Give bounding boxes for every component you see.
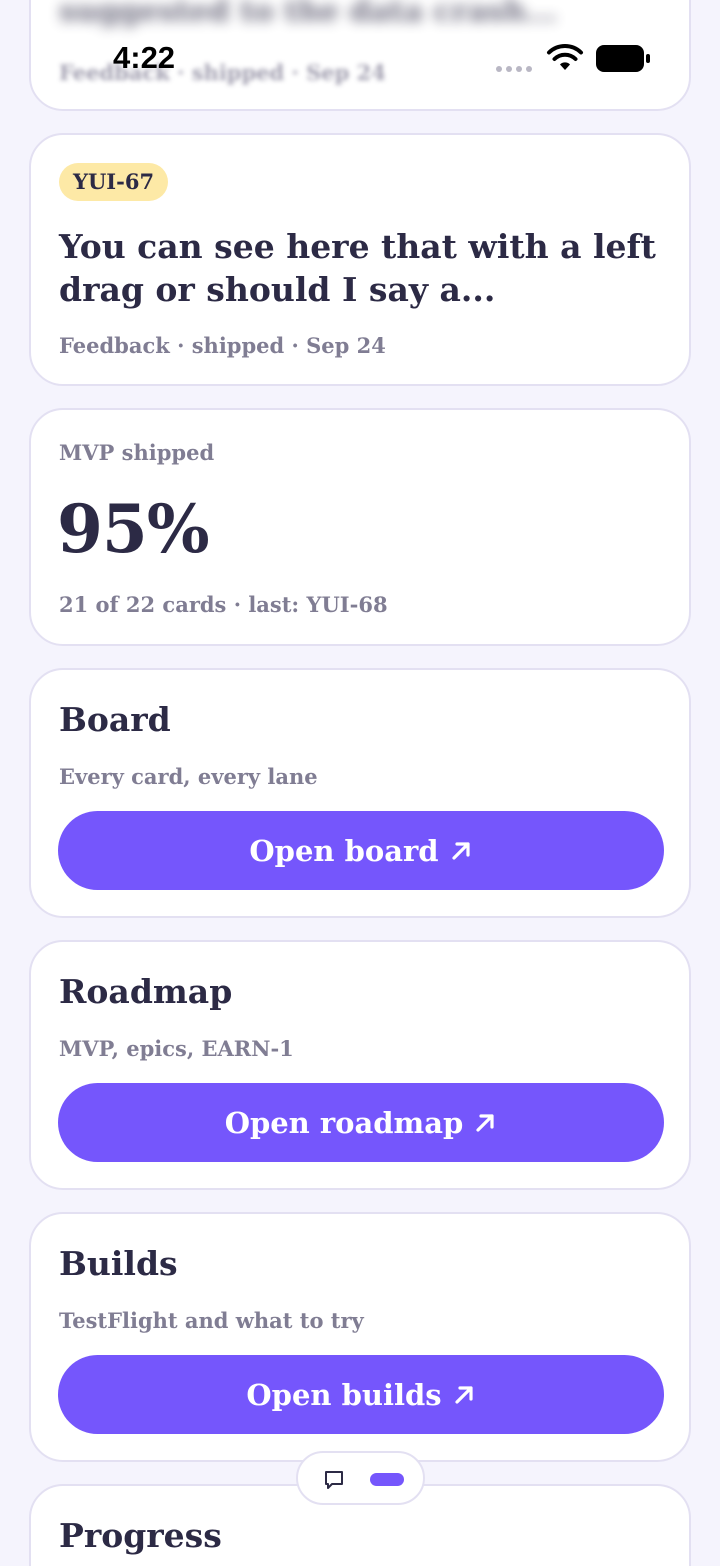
mvp-progress-card[interactable]: MVP shipped 95% 21 of 22 cards · last: Y…	[29, 408, 691, 646]
mvp-label: MVP shipped	[59, 440, 215, 465]
arrow-up-right-icon	[451, 841, 470, 860]
open-builds-label: Open builds	[246, 1377, 442, 1412]
screen: suggested to the data crash... Feedback …	[0, 0, 720, 1566]
open-roadmap-button[interactable]: Open roadmap	[58, 1083, 664, 1162]
status-bar: 4:22	[0, 0, 720, 110]
wifi-icon	[547, 44, 583, 70]
arrow-up-right-icon	[454, 1385, 473, 1404]
signal-dots-icon	[496, 66, 532, 72]
open-board-button[interactable]: Open board	[58, 811, 664, 890]
arrow-up-right-icon	[476, 1113, 494, 1132]
floating-nav-pill	[296, 1451, 425, 1505]
ticket-badge: YUI-67	[59, 163, 169, 201]
feedback-card[interactable]: YUI-67 You can see here that with a left…	[29, 133, 691, 386]
roadmap-subtitle: MVP, epics, EARN-1	[59, 1036, 294, 1061]
board-card: Board Every card, every lane Open board	[29, 668, 691, 918]
roadmap-heading: Roadmap	[59, 972, 233, 1011]
builds-heading: Builds	[59, 1244, 178, 1283]
board-heading: Board	[59, 700, 171, 739]
battery-icon	[596, 45, 650, 72]
builds-subtitle: TestFlight and what to try	[59, 1308, 364, 1333]
roadmap-card: Roadmap MVP, epics, EARN-1 Open roadmap	[29, 940, 691, 1190]
active-page-indicator[interactable]	[370, 1473, 404, 1486]
builds-card: Builds TestFlight and what to try Open b…	[29, 1212, 691, 1462]
feedback-meta: Feedback · shipped · Sep 24	[59, 333, 386, 358]
mvp-percent: 95%	[57, 490, 210, 568]
progress-heading: Progress	[59, 1516, 222, 1555]
open-board-label: Open board	[249, 833, 439, 868]
chat-bubble-icon[interactable]	[322, 1468, 346, 1492]
mvp-meta: 21 of 22 cards · last: YUI-68	[59, 592, 388, 617]
open-roadmap-label: Open roadmap	[224, 1105, 464, 1140]
feedback-title: You can see here that with a left drag o…	[59, 227, 656, 309]
open-builds-button[interactable]: Open builds	[58, 1355, 664, 1434]
status-time: 4:22	[113, 40, 176, 75]
board-subtitle: Every card, every lane	[59, 764, 318, 789]
